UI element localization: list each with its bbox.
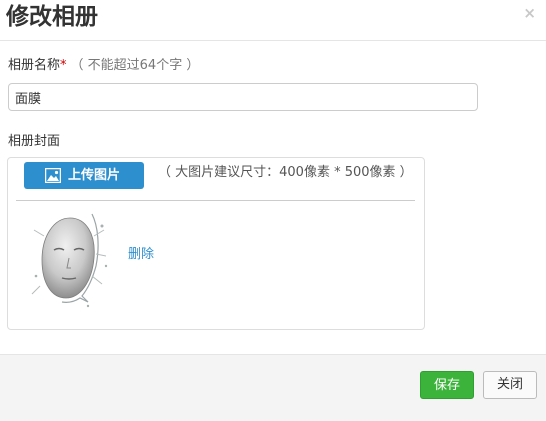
close-icon[interactable]: ×: [523, 5, 536, 21]
close-button[interactable]: 关闭: [483, 371, 537, 399]
upload-image-label: 上传图片: [68, 168, 121, 183]
dialog-title: 修改相册: [6, 4, 98, 30]
dialog-footer: 保存 关闭: [0, 354, 546, 421]
dialog-header: 修改相册 ×: [0, 0, 546, 41]
album-cover-label: 相册封面: [8, 134, 61, 149]
divider: [16, 200, 415, 201]
album-name-label: 相册名称* （ 不能超过64个字 ）: [8, 57, 199, 75]
album-name-label-text: 相册名称: [8, 58, 61, 73]
cover-panel: 上传图片 （ 大图片建议尺寸：400像素 * 500像素 ） 删除: [7, 157, 425, 330]
required-mark: *: [60, 58, 67, 73]
album-name-hint: （ 不能超过64个字 ）: [70, 58, 200, 73]
delete-cover-link[interactable]: 删除: [128, 246, 154, 264]
album-name-input[interactable]: [8, 83, 478, 111]
save-button[interactable]: 保存: [420, 371, 474, 399]
cover-thumbnail: [22, 206, 122, 309]
upload-size-hint: （ 大图片建议尺寸：400像素 * 500像素 ）: [158, 165, 413, 180]
upload-image-button[interactable]: 上传图片: [24, 162, 144, 189]
image-icon: [45, 168, 61, 183]
